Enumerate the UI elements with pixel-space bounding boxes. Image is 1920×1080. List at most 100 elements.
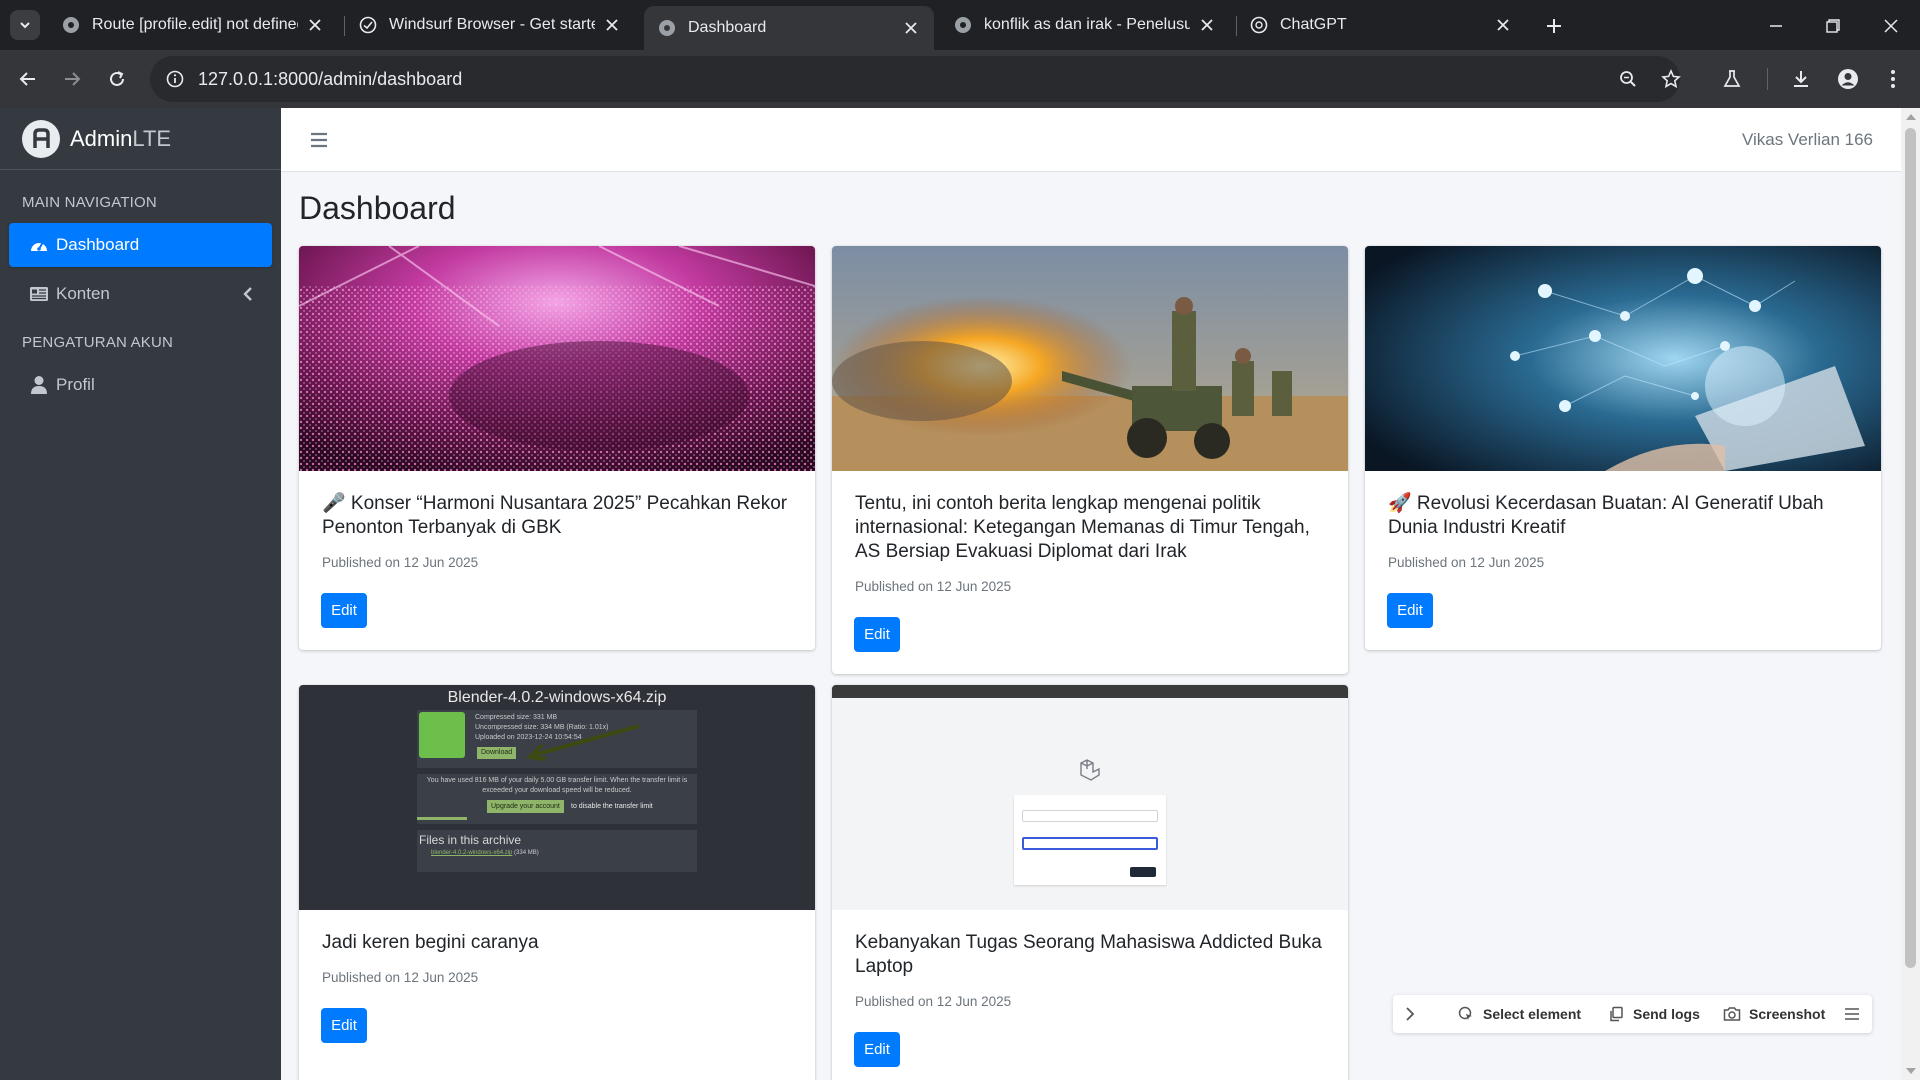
scroll-down-arrow[interactable] <box>1906 1068 1916 1074</box>
sidebar-item-label: Dashboard <box>56 235 140 254</box>
brand-link[interactable]: AdminLTE <box>0 108 281 170</box>
post-card: 🚀 Revolusi Kecerdasan Buatan: AI Generat… <box>1365 246 1881 650</box>
post-date: Published on 12 Jun 2025 <box>1388 555 1545 570</box>
post-card: Kebanyakan Tugas Seorang Mahasiswa Addic… <box>832 685 1348 1080</box>
tab-search-konflik[interactable]: konflik as dan irak - Penelusuran <box>940 6 1230 44</box>
image-upgrade-button: Upgrade your account <box>487 800 564 813</box>
menu-lines-icon <box>1845 1008 1859 1020</box>
sidebar-toggle-button[interactable] <box>307 128 331 152</box>
login-page-image <box>832 685 1348 910</box>
user-name[interactable]: Vikas Verlian 166 <box>1742 130 1873 150</box>
sidebar-item-konten[interactable]: Konten <box>9 272 272 316</box>
post-title: Kebanyakan Tugas Seorang Mahasiswa Addic… <box>855 932 1322 977</box>
close-window-button[interactable] <box>1877 12 1905 40</box>
edit-button[interactable]: Edit <box>1387 593 1433 628</box>
bookmark-star-icon[interactable] <box>1656 64 1686 94</box>
scroll-up-arrow[interactable] <box>1906 114 1916 120</box>
select-element-button[interactable]: Select element <box>1457 1004 1581 1024</box>
page-title: Dashboard <box>299 190 456 226</box>
image-download-button: Download <box>477 747 517 759</box>
hamburger-menu-icon <box>311 132 327 148</box>
dev-item-label: Send logs <box>1633 1006 1700 1022</box>
restore-button[interactable] <box>1819 12 1847 40</box>
image-filename: Blender-4.0.2-windows-x64.zip <box>447 689 667 706</box>
tab-title: Dashboard <box>688 19 767 36</box>
annotation-arrow <box>525 724 640 761</box>
reload-button[interactable] <box>102 64 132 94</box>
minimize-button[interactable] <box>1762 12 1790 40</box>
site-info-icon[interactable] <box>160 64 190 94</box>
tab-title: Route [profile.edit] not defined. <box>92 16 298 33</box>
labs-flask-icon[interactable] <box>1717 64 1747 94</box>
post-card: Blender-4.0.2-windows-x64.zip Compressed… <box>299 685 815 1080</box>
sidebar-item-dashboard[interactable]: Dashboard <box>9 223 272 267</box>
browser-toolbar: 127.0.0.1:8000/admin/dashboard <box>0 50 1920 108</box>
concert-crowd-image <box>299 246 815 471</box>
globe-icon <box>659 20 675 36</box>
post-date: Published on 12 Jun 2025 <box>322 970 479 985</box>
tab-dashboard[interactable]: Dashboard <box>644 6 934 50</box>
edit-button[interactable]: Edit <box>854 617 900 652</box>
brand-text: AdminLTE <box>70 126 171 152</box>
dev-item-label: Screenshot <box>1749 1006 1826 1022</box>
screenshot-button[interactable]: Screenshot <box>1723 1004 1825 1024</box>
post-card: 🎤 Konser “Harmoni Nusantara 2025” Pecahk… <box>299 246 815 650</box>
dashboard-gauge-icon <box>28 234 50 256</box>
copy-logs-icon <box>1607 1005 1625 1023</box>
minimize-icon <box>1770 25 1782 27</box>
image-login-box <box>1014 795 1166 885</box>
new-tab-button[interactable] <box>1540 12 1568 40</box>
close-icon[interactable] <box>902 19 920 37</box>
address-bar[interactable]: 127.0.0.1:8000/admin/dashboard <box>150 56 1681 102</box>
arrow-right-icon <box>65 72 81 86</box>
user-icon <box>28 374 50 396</box>
back-button[interactable] <box>13 64 43 94</box>
top-navbar: Vikas Verlian 166 <box>281 108 1901 172</box>
post-date: Published on 12 Jun 2025 <box>322 555 479 570</box>
plus-icon <box>1547 19 1561 33</box>
sidebar-item-profil[interactable]: Profil <box>9 363 272 407</box>
close-icon[interactable] <box>1198 16 1216 34</box>
more-menu-icon[interactable] <box>1878 64 1908 94</box>
dev-collapse-button[interactable] <box>1405 1004 1415 1024</box>
globe-icon <box>63 17 79 33</box>
edit-button[interactable]: Edit <box>321 1008 367 1043</box>
forward-button[interactable] <box>57 64 87 94</box>
post-title: Jadi keren begini caranya <box>322 932 539 953</box>
chevron-down-icon <box>20 22 30 29</box>
tab-search-button[interactable] <box>10 10 40 40</box>
globe-icon <box>955 17 971 33</box>
nav-header-account: PENGATURAN AKUN <box>22 334 174 351</box>
close-icon[interactable] <box>306 16 324 34</box>
profile-avatar-icon[interactable] <box>1833 64 1863 94</box>
post-title: 🎤 Konser “Harmoni Nusantara 2025” Pecahk… <box>322 493 788 538</box>
tab-title: konflik as dan irak - Penelusuran <box>984 16 1190 33</box>
post-card: Tentu, ini contoh berita lengkap mengena… <box>832 246 1348 674</box>
edit-button[interactable]: Edit <box>321 593 367 628</box>
tab-route-error[interactable]: Route [profile.edit] not defined. <box>48 6 338 44</box>
post-title: 🚀 Revolusi Kecerdasan Buatan: AI Generat… <box>1388 493 1824 538</box>
artillery-soldiers-image <box>832 246 1348 471</box>
cursor-target-icon <box>1457 1005 1475 1023</box>
image-limit-text: You have used 816 MB of your daily 5.00 … <box>426 777 688 794</box>
send-logs-button[interactable]: Send logs <box>1607 1004 1700 1024</box>
edit-button[interactable]: Edit <box>854 1032 900 1067</box>
image-upgrade-suffix: to disable the transfer limit <box>571 803 653 810</box>
dev-menu-button[interactable] <box>1845 1004 1859 1024</box>
toolbar-separator <box>1767 68 1768 90</box>
ai-technology-image <box>1365 246 1881 471</box>
download-icon[interactable] <box>1786 64 1816 94</box>
zoom-icon[interactable] <box>1613 64 1643 94</box>
page-scrollbar[interactable] <box>1901 108 1920 1080</box>
tab-chatgpt[interactable]: ChatGPT <box>1236 6 1526 44</box>
reload-icon <box>110 71 124 86</box>
tab-windsurf[interactable]: Windsurf Browser - Get started <box>345 6 635 44</box>
adminlte-logo <box>22 119 60 158</box>
scroll-thumb[interactable] <box>1905 128 1916 968</box>
sidebar-item-label: Konten <box>56 284 110 303</box>
laravel-logo <box>1080 759 1100 781</box>
close-icon[interactable] <box>603 16 621 34</box>
close-icon[interactable] <box>1494 16 1512 34</box>
restore-icon <box>1826 19 1840 33</box>
image-login-button <box>1130 867 1156 877</box>
